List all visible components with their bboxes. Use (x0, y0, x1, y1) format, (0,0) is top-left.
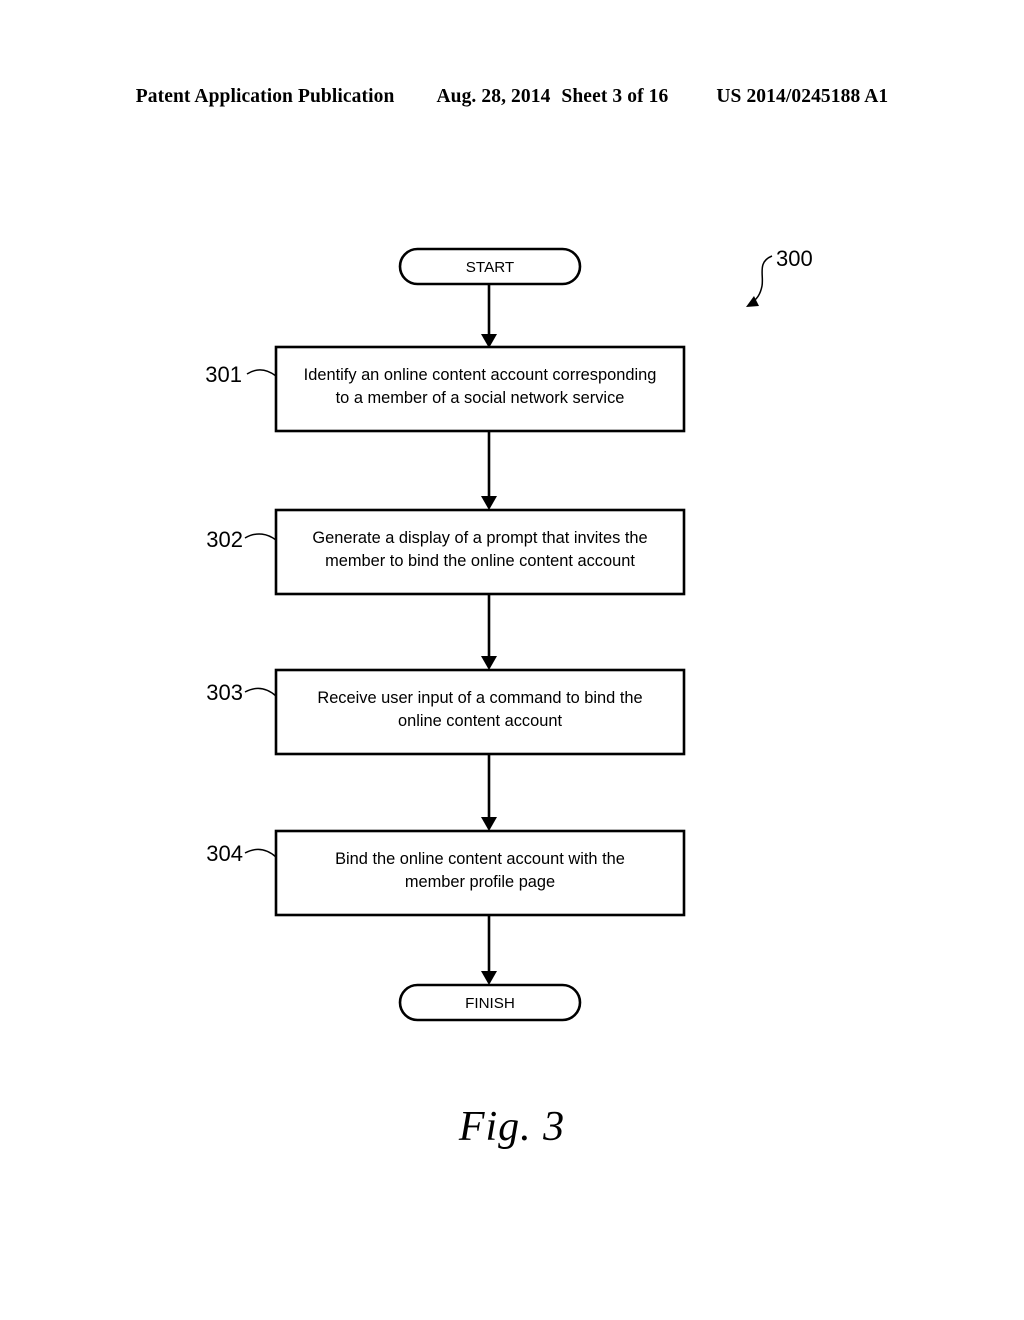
step-302-text-line2: member to bind the online content accoun… (325, 552, 635, 570)
flow-node-finish: FINISH (398, 983, 582, 1022)
step-303-text-line1: Receive user input of a command to bind … (317, 689, 642, 707)
step-302-text-line1: Generate a display of a prompt that invi… (312, 529, 647, 547)
step-304-text-line2: member profile page (405, 873, 555, 891)
connector-304-to-finish (481, 915, 497, 985)
connector-303-to-304 (481, 754, 497, 831)
reference-300-leader-line (751, 255, 773, 304)
connector-arrowhead (481, 656, 497, 670)
figure-caption: Fig. 3 (458, 1104, 566, 1150)
reference-302-leader-line (244, 533, 277, 541)
reference-303-label: 303 (206, 680, 243, 705)
reference-301-label: 301 (205, 362, 242, 387)
connector-start-to-301 (481, 284, 497, 348)
reference-304: 304 (206, 841, 277, 866)
reference-302-label: 302 (206, 527, 243, 552)
flow-node-start: START (398, 247, 582, 286)
connector-arrowhead (481, 971, 497, 985)
step-301-text-line2: to a member of a social network service (336, 389, 625, 407)
reference-303: 303 (206, 680, 277, 705)
connector-arrowhead (481, 817, 497, 831)
step-303-text-line2: online content account (398, 712, 562, 730)
reference-304-leader-line (244, 848, 277, 858)
connector-arrowhead (481, 496, 497, 510)
flow-node-301: Identify an online content account corre… (274, 345, 686, 433)
reference-303-leader-line (244, 687, 277, 697)
step-301-text-line1: Identify an online content account corre… (304, 366, 657, 384)
diagram-reference-300: 300 (746, 246, 813, 307)
reference-300-label: 300 (776, 246, 813, 271)
reference-301: 301 (205, 362, 277, 387)
start-terminal-label: START (466, 259, 514, 276)
flow-node-302: Generate a display of a prompt that invi… (274, 508, 686, 596)
connector-301-to-302 (481, 431, 497, 510)
reference-302: 302 (206, 527, 277, 552)
reference-304-label: 304 (206, 841, 243, 866)
flow-node-304: Bind the online content account with the… (274, 829, 686, 917)
step-304-text-line1: Bind the online content account with the (335, 850, 625, 868)
reference-301-leader-line (246, 369, 277, 377)
flow-node-303: Receive user input of a command to bind … (274, 668, 686, 756)
connector-302-to-303 (481, 594, 497, 670)
finish-terminal-label: FINISH (465, 995, 515, 1012)
